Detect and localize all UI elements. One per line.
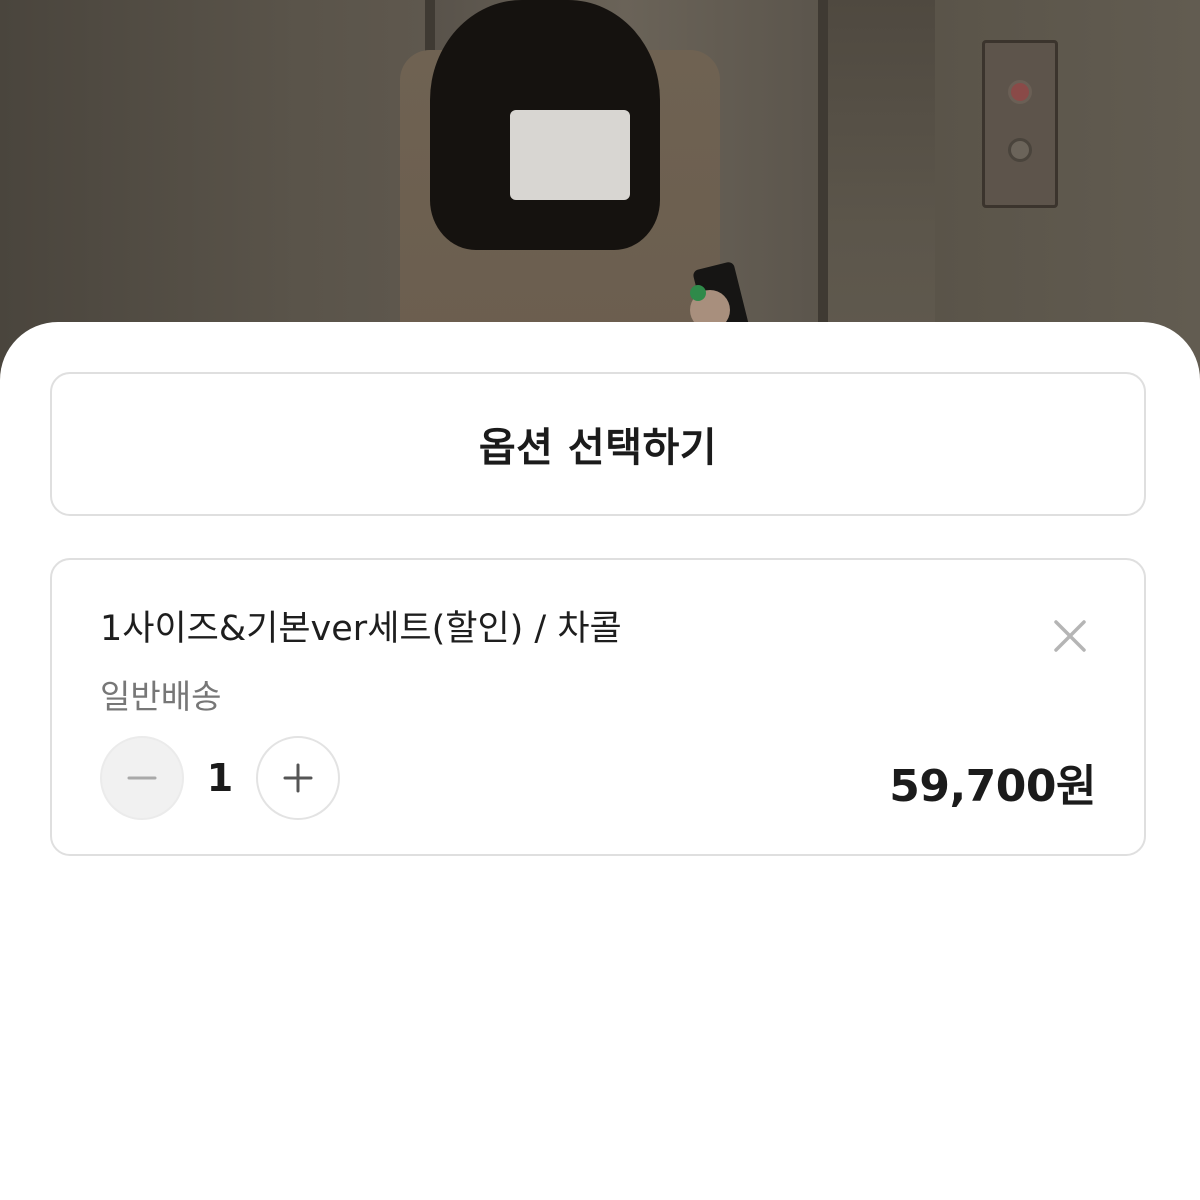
selected-option-card: 1사이즈&기본ver세트(할인) / 차콜 일반배송 1 59,700원 (50, 558, 1146, 856)
screen: 옵션 선택하기 1사이즈&기본ver세트(할인) / 차콜 일반배송 1 59,… (0, 0, 1200, 1200)
close-icon (1054, 620, 1086, 652)
quantity-increase-button[interactable] (256, 736, 340, 820)
minus-icon (127, 776, 157, 780)
photo-phone-charm (690, 285, 706, 301)
photo-panel-button-up (1008, 80, 1032, 104)
option-price: 59,700원 (889, 761, 1096, 812)
option-select-label: 옵션 선택하기 (478, 425, 718, 471)
plus-icon (283, 763, 313, 793)
quantity-decrease-button[interactable] (100, 736, 184, 820)
option-select-button[interactable]: 옵션 선택하기 (50, 372, 1146, 516)
selected-option-name: 1사이즈&기본ver세트(할인) / 차콜 (100, 609, 622, 649)
option-bottom-sheet: 옵션 선택하기 1사이즈&기본ver세트(할인) / 차콜 일반배송 1 59,… (0, 322, 1200, 1200)
photo-inner-top (510, 110, 630, 200)
quantity-value: 1 (206, 756, 234, 800)
photo-elevator-panel (982, 40, 1058, 208)
photo-panel-button-down (1008, 138, 1032, 162)
remove-option-button[interactable] (1048, 614, 1092, 658)
shipping-method: 일반배송 (100, 677, 222, 716)
